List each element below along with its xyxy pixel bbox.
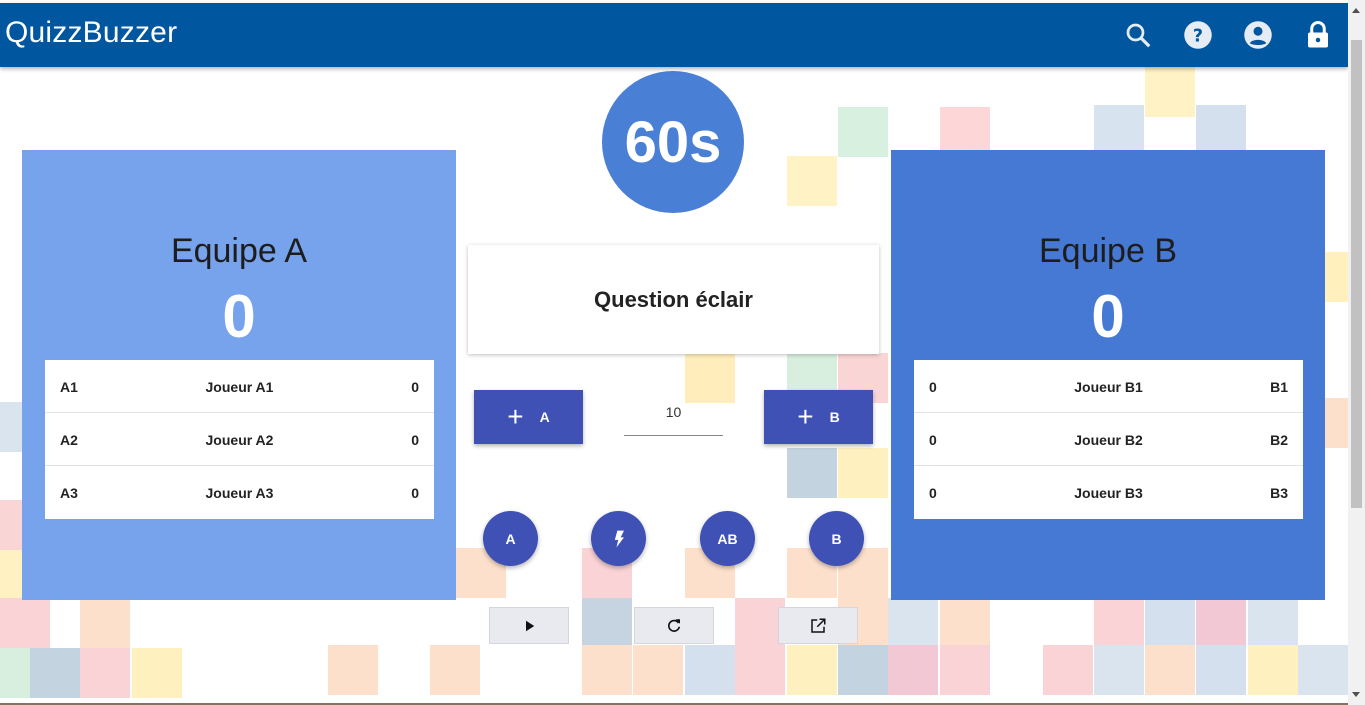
team-a-name: Equipe A <box>170 232 308 270</box>
buzz-ab-button[interactable]: AB <box>700 511 755 566</box>
team-b-score: 0 <box>1091 283 1125 350</box>
team-a-score: 0 <box>222 283 256 350</box>
scroll-up-icon[interactable] <box>1352 8 1360 13</box>
add-points-a-button[interactable]: + A <box>474 390 583 444</box>
player-name: Joueur B1 <box>1074 379 1143 395</box>
plus-icon: + <box>797 401 814 432</box>
player-code: B3 <box>1270 485 1288 501</box>
team-a-player-list: A1 Joueur A1 0 A2 Joueur A2 0 A3 Joueur … <box>45 360 434 519</box>
open-external-button[interactable] <box>778 607 858 644</box>
scroll-thumb[interactable] <box>1351 40 1362 508</box>
buzz-a-button[interactable]: A <box>483 511 538 566</box>
player-row-a3[interactable]: A3 Joueur A3 0 <box>45 466 434 519</box>
player-score: 0 <box>411 485 419 501</box>
app-bar: QuizzBuzzer ? <box>0 3 1348 67</box>
player-row-a2[interactable]: A2 Joueur A2 0 <box>45 413 434 466</box>
player-row-a1[interactable]: A1 Joueur A1 0 <box>45 360 434 413</box>
team-b-panel: Equipe B 0 0 Joueur B1 B1 0 Joueur B2 B2… <box>891 150 1325 600</box>
play-icon <box>526 620 535 631</box>
player-name: Joueur A1 <box>205 379 274 395</box>
vertical-scrollbar[interactable] <box>1348 0 1365 705</box>
player-score: 0 <box>411 379 419 395</box>
refresh-icon <box>668 618 681 632</box>
flash-button[interactable] <box>591 511 646 566</box>
player-score: 0 <box>411 432 419 448</box>
team-b-player-list: 0 Joueur B1 B1 0 Joueur B2 B2 0 Joueur B… <box>914 360 1303 519</box>
account-icon[interactable] <box>1243 20 1273 50</box>
question-card: Question éclair <box>468 245 879 354</box>
lock-icon[interactable] <box>1303 20 1333 50</box>
player-row-b2[interactable]: 0 Joueur B2 B2 <box>914 413 1303 466</box>
player-row-b1[interactable]: 0 Joueur B1 B1 <box>914 360 1303 413</box>
player-code: B1 <box>1270 379 1288 395</box>
team-a-panel: Equipe A 0 A1 Joueur A1 0 A2 Joueur A2 0… <box>22 150 456 600</box>
search-icon[interactable] <box>1123 20 1153 50</box>
player-name: Joueur B3 <box>1074 485 1143 501</box>
add-points-b-button[interactable]: + B <box>764 390 873 444</box>
scroll-down-icon[interactable] <box>1352 692 1360 697</box>
play-button[interactable] <box>489 607 569 644</box>
player-name: Joueur A2 <box>205 432 274 448</box>
reset-button[interactable] <box>634 607 714 644</box>
help-icon[interactable]: ? <box>1183 20 1213 50</box>
plus-icon: + <box>507 401 524 432</box>
app-title: QuizzBuzzer <box>5 16 178 49</box>
player-code: B2 <box>1270 432 1288 448</box>
open-in-new-icon <box>811 618 826 633</box>
svg-text:?: ? <box>1193 26 1203 46</box>
lightning-icon <box>614 530 624 547</box>
buzz-b-button[interactable]: B <box>809 511 864 566</box>
team-b-name: Equipe B <box>1039 232 1177 270</box>
add-points-a-label: A <box>539 409 550 425</box>
points-input[interactable]: 10 <box>624 395 723 436</box>
player-row-b3[interactable]: 0 Joueur B3 B3 <box>914 466 1303 519</box>
player-name: Joueur B2 <box>1074 432 1143 448</box>
player-name: Joueur A3 <box>205 485 274 501</box>
countdown-timer: 60s <box>602 71 744 213</box>
add-points-b-label: B <box>829 409 840 425</box>
question-title: Question éclair <box>594 286 753 312</box>
